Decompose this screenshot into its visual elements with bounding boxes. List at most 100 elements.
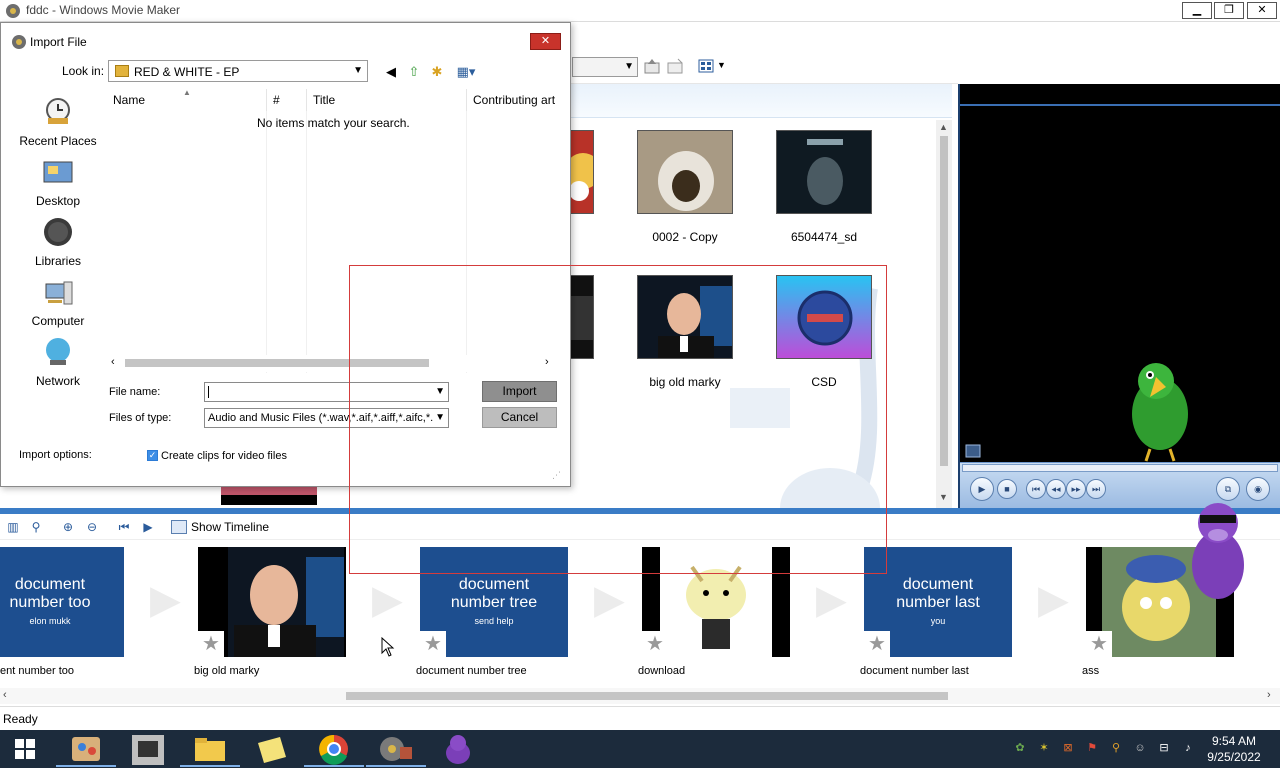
up-folder-icon[interactable] (643, 57, 661, 75)
taskbar-app-sticky-notes[interactable] (242, 733, 302, 767)
rewind-icon[interactable]: ◂◂ (1046, 479, 1066, 499)
place-computer[interactable]: Computer (9, 276, 107, 328)
storyboard-item[interactable]: document number last you ★ (864, 547, 1012, 657)
files-of-type-dropdown[interactable]: Audio and Music Files (*.wav,*.aif,*.aif… (204, 408, 449, 428)
parrot-icon (1132, 363, 1188, 462)
detach-monitor-icon[interactable] (965, 444, 981, 458)
play-storyboard-icon[interactable]: ▶ (139, 518, 157, 536)
place-recent-places[interactable]: Recent Places (9, 96, 107, 148)
mouse-cursor-icon (381, 637, 395, 657)
transition-slot-icon[interactable]: ▶ (594, 580, 634, 620)
transition-slot-icon[interactable]: ▶ (816, 580, 856, 620)
effects-star-icon[interactable]: ★ (1086, 631, 1112, 657)
tray-bulb-icon[interactable]: ✶ (1036, 740, 1052, 756)
chevron-down-icon: ▼ (433, 409, 445, 427)
tray-search-icon[interactable]: ⚲ (1108, 740, 1124, 756)
file-name-input[interactable]: ▼ (204, 382, 449, 402)
import-button[interactable]: Import (482, 381, 557, 402)
close-button[interactable]: ✕ (1247, 2, 1277, 19)
forward-icon[interactable]: ▸▸ (1066, 479, 1086, 499)
place-desktop[interactable]: Desktop (9, 156, 107, 208)
zoom-out-icon[interactable]: ⊖ (83, 518, 101, 536)
tray-app-icon[interactable]: ⊠ (1060, 740, 1076, 756)
bonzi-buddy-icon (446, 735, 470, 764)
taskbar-app-file-explorer[interactable] (180, 733, 240, 767)
column-header-name[interactable]: Name ▲ (107, 89, 267, 111)
storyboard-item[interactable]: ★ (642, 547, 790, 657)
set-audio-levels-icon[interactable]: ▥ (4, 518, 22, 536)
place-network[interactable]: Network (9, 336, 107, 388)
file-list-horizontal-scrollbar[interactable]: ‹ › (107, 355, 559, 372)
show-timeline-button[interactable]: Show Timeline (171, 518, 269, 536)
tray-volume-icon[interactable]: ♪ (1180, 740, 1196, 756)
zoom-in-icon[interactable]: ⊕ (59, 518, 77, 536)
effects-star-icon[interactable]: ★ (864, 631, 890, 657)
storyboard-item[interactable]: document number too elon mukk (0, 547, 124, 657)
movie-maker-icon (380, 737, 412, 761)
storyboard-horizontal-scrollbar[interactable]: ‹ › (0, 688, 1280, 704)
taskbar-app-bonzi-buddy[interactable] (428, 733, 488, 767)
back-icon[interactable]: ◀ (382, 63, 400, 81)
place-libraries[interactable]: Libraries (9, 216, 107, 268)
effects-star-icon[interactable]: ★ (198, 631, 224, 657)
transition-slot-icon[interactable]: ▶ (1038, 580, 1078, 620)
effects-star-icon[interactable]: ★ (420, 631, 446, 657)
create-clips-label[interactable]: Create clips for video files (161, 450, 287, 462)
column-header-title[interactable]: Title (307, 89, 467, 111)
look-in-label: Look in: (62, 64, 105, 78)
seek-bar[interactable] (962, 464, 1278, 472)
column-header-contributing-artist[interactable]: Contributing art (467, 89, 559, 111)
minimize-button[interactable]: ▁ (1182, 2, 1212, 19)
narrate-icon[interactable]: ⚲ (27, 518, 45, 536)
create-new-folder-icon[interactable]: ✱ (428, 63, 446, 81)
clip-item[interactable]: CSD (776, 275, 874, 389)
windows-start-icon[interactable] (14, 738, 36, 760)
dialog-close-button[interactable]: ✕ (530, 33, 561, 50)
previous-frame-icon[interactable]: ⏮ (1026, 479, 1046, 499)
create-clips-checkbox[interactable]: ✓ (147, 450, 158, 461)
up-one-level-icon[interactable]: ⇧ (405, 63, 423, 81)
new-folder-icon[interactable] (666, 57, 684, 75)
cancel-button[interactable]: Cancel (482, 407, 557, 428)
stop-icon[interactable]: ■ (997, 479, 1017, 499)
clip-thumbnail (776, 275, 872, 359)
clock-date: 9/25/2022 (1207, 750, 1261, 764)
storyboard-item[interactable]: ★ (198, 547, 346, 657)
view-options-icon[interactable] (698, 57, 716, 75)
dialog-title: Import File (30, 35, 87, 49)
rewind-storyboard-icon[interactable]: ⏮ (115, 518, 133, 536)
transition-slot-icon[interactable]: ▶ (150, 580, 190, 620)
tray-flag-icon[interactable]: ⚑ (1084, 740, 1100, 756)
look-in-dropdown[interactable]: RED & WHITE - EP ▼ (108, 60, 368, 82)
taskbar-app-movie-tool[interactable] (118, 733, 178, 767)
chrome-icon (319, 734, 348, 765)
column-header-number[interactable]: # (267, 89, 307, 111)
clip-thumbnail (637, 275, 733, 359)
clip-item[interactable]: 6504474_sd (776, 130, 874, 244)
view-dropdown-arrow-icon[interactable]: ▼ (717, 60, 726, 70)
dialog-title-bar[interactable]: Import File ✕ (1, 23, 570, 59)
tray-plant-icon[interactable]: ✿ (1012, 740, 1028, 756)
tray-network-icon[interactable]: ⊟ (1156, 740, 1172, 756)
file-list[interactable]: Name ▲ # Title Contributing art No items … (107, 89, 559, 373)
play-icon[interactable]: ▶ (970, 477, 994, 501)
transition-slot-icon[interactable]: ▶ (372, 580, 412, 620)
clip-item[interactable]: big old marky (637, 275, 735, 389)
taskbar-app-paint[interactable] (56, 733, 116, 767)
maximize-button[interactable]: ❐ (1214, 2, 1244, 19)
clip-thumbnail-partial[interactable] (221, 487, 317, 505)
resize-grip-icon[interactable]: ⋰ (552, 470, 561, 481)
view-menu-icon[interactable]: ▦▾ (453, 63, 479, 81)
next-frame-icon[interactable]: ⏭ (1086, 479, 1106, 499)
taskbar-clock[interactable]: 9:54 AM 9/25/2022 (1200, 733, 1268, 765)
effects-star-icon[interactable]: ★ (642, 631, 668, 657)
taskbar-app-chrome[interactable] (304, 733, 364, 767)
contents-vertical-scrollbar[interactable]: ▲ ▼ (936, 120, 952, 508)
storyboard-item[interactable]: document number tree send help ★ (420, 547, 568, 657)
network-icon (46, 338, 70, 365)
tray-smiley-icon[interactable]: ☺ (1132, 740, 1148, 756)
taskbar-app-movie-maker[interactable] (366, 733, 426, 767)
storyboard-caption: ent number too (0, 665, 74, 677)
clip-item[interactable]: 0002 - Copy (637, 130, 735, 244)
collections-dropdown[interactable]: ▼ (572, 57, 638, 77)
